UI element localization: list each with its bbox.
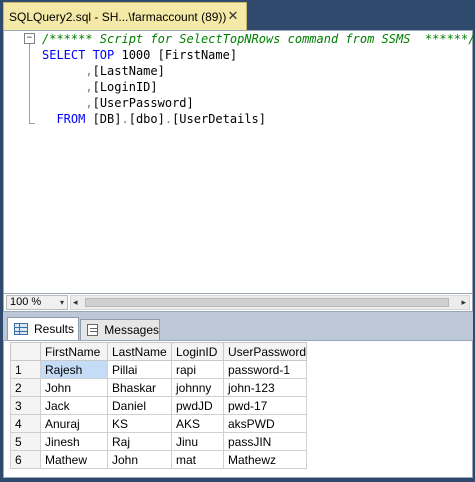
table-cell[interactable]: AKS (171, 414, 224, 433)
row-number[interactable]: 2 (10, 378, 41, 397)
code-line-4: ,[LoginID] (85, 80, 158, 94)
table-cell[interactable]: Rajesh (40, 360, 108, 379)
tab-results[interactable]: Results (7, 317, 79, 340)
table-cell[interactable]: Jinesh (40, 432, 108, 451)
table-row: 1 Rajesh Pillai rapi password-1 (10, 360, 308, 379)
row-number[interactable]: 4 (10, 414, 41, 433)
scroll-right-icon[interactable]: ▸ (461, 296, 466, 309)
tab-messages[interactable]: Messages (80, 319, 160, 340)
table-cell[interactable]: john-123 (222, 378, 308, 397)
table-cell[interactable]: Anuraj (40, 414, 108, 433)
query-tab-title: SQLQuery2.sql - SH...\farmaccount (89)) (9, 9, 227, 24)
table-row: 5 Jinesh Raj Jinu passJIN (10, 432, 308, 451)
table-cell[interactable]: Jack (40, 396, 108, 415)
chevron-down-icon: ▾ (59, 298, 64, 307)
row-number[interactable]: 6 (10, 450, 41, 469)
fold-end (29, 123, 35, 124)
messages-icon (87, 324, 99, 336)
zoom-dropdown[interactable]: 100 % ▾ (6, 295, 68, 310)
editor-status-row: 100 % ▾ ◂ ▸ (3, 294, 473, 312)
row-number[interactable]: 3 (10, 396, 41, 415)
table-cell[interactable]: Mathewz (222, 450, 308, 469)
code-line-1: /****** Script for SelectTopNRows comman… (42, 32, 475, 46)
results-grid[interactable]: FirstName LastName LoginID UserPassword … (3, 340, 473, 478)
table-cell[interactable]: pwdJD (171, 396, 224, 415)
table-row: 6 Mathew John mat Mathewz (10, 450, 308, 469)
close-icon[interactable]: ✕ (226, 9, 240, 23)
query-editor[interactable]: − /****** Script for SelectTopNRows comm… (3, 30, 475, 294)
table-cell[interactable]: Daniel (107, 396, 172, 415)
collapse-icon[interactable]: − (24, 33, 35, 44)
table-cell[interactable]: John (40, 378, 108, 397)
tab-results-label: Results (34, 322, 75, 336)
table-cell[interactable]: passJIN (222, 432, 308, 451)
scroll-left-icon[interactable]: ◂ (73, 296, 78, 309)
column-header[interactable]: FirstName (40, 342, 108, 361)
zoom-value: 100 % (10, 296, 42, 308)
table-cell[interactable]: KS (107, 414, 172, 433)
results-tab-bar: Results Messages (3, 312, 473, 340)
horizontal-scrollbar[interactable]: ◂ ▸ (70, 295, 470, 310)
column-header[interactable]: UserPassword (222, 342, 308, 361)
table-row: 2 John Bhaskar johnny john-123 (10, 378, 308, 397)
results-table: FirstName LastName LoginID UserPassword … (10, 342, 308, 469)
code-line-5: ,[UserPassword] (85, 96, 194, 110)
table-row: 3 Jack Daniel pwdJD pwd-17 (10, 396, 308, 415)
editor-gutter (4, 31, 22, 293)
ssms-window: SQLQuery2.sql - SH...\farmaccount (89)) … (0, 0, 475, 482)
row-number[interactable]: 1 (10, 360, 41, 379)
table-cell[interactable]: aksPWD (222, 414, 308, 433)
tab-messages-label: Messages (104, 323, 159, 337)
code-line-6: FROM [DB].[dbo].[UserDetails] (56, 112, 266, 126)
table-cell[interactable]: Raj (107, 432, 172, 451)
corner-cell[interactable] (10, 342, 41, 361)
table-cell[interactable]: Mathew (40, 450, 108, 469)
query-tab[interactable]: SQLQuery2.sql - SH...\farmaccount (89)) … (3, 2, 247, 30)
scroll-thumb[interactable] (85, 298, 449, 307)
table-cell[interactable]: johnny (171, 378, 224, 397)
fold-line (29, 44, 30, 124)
table-row: 4 Anuraj KS AKS aksPWD (10, 414, 308, 433)
table-cell[interactable]: password-1 (222, 360, 308, 379)
sql-code[interactable]: /****** Script for SelectTopNRows comman… (42, 31, 475, 127)
table-cell[interactable]: mat (171, 450, 224, 469)
table-cell[interactable]: pwd-17 (222, 396, 308, 415)
table-cell[interactable]: Pillai (107, 360, 172, 379)
row-number[interactable]: 5 (10, 432, 41, 451)
grid-icon (14, 323, 28, 335)
table-cell[interactable]: John (107, 450, 172, 469)
table-cell[interactable]: Jinu (171, 432, 224, 451)
column-header[interactable]: LastName (107, 342, 172, 361)
column-header[interactable]: LoginID (171, 342, 224, 361)
table-cell[interactable]: Bhaskar (107, 378, 172, 397)
code-line-2: SELECT TOP 1000 [FirstName] (42, 48, 238, 62)
table-cell[interactable]: rapi (171, 360, 224, 379)
header-row: FirstName LastName LoginID UserPassword (10, 342, 308, 361)
code-line-3: ,[LastName] (85, 64, 165, 78)
